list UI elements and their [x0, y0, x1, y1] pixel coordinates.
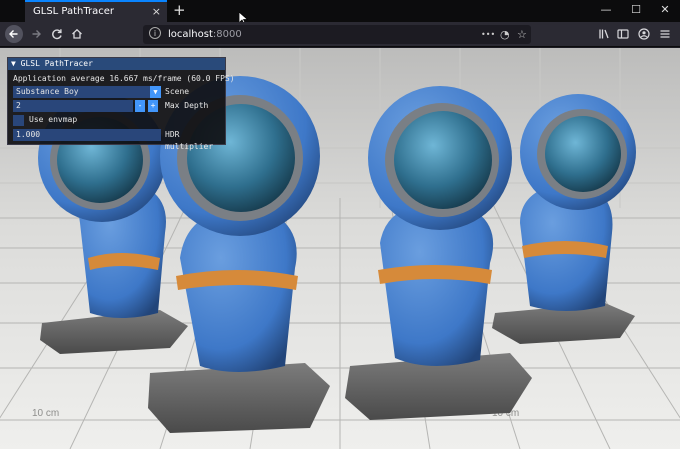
- scene-select-value: Substance Boy: [16, 87, 79, 96]
- library-icon: [599, 29, 609, 39]
- scene-label: Scene: [165, 87, 190, 96]
- reload-button[interactable]: [48, 25, 66, 43]
- back-button[interactable]: [5, 25, 23, 43]
- library-button[interactable]: [595, 25, 613, 43]
- max-depth-decrement-button[interactable]: -: [135, 100, 145, 112]
- max-depth-increment-button[interactable]: +: [148, 100, 158, 112]
- home-button[interactable]: [68, 25, 86, 43]
- minimize-button[interactable]: —: [591, 0, 621, 22]
- collapse-triangle-icon[interactable]: ▼: [11, 59, 21, 68]
- account-icon: [638, 28, 650, 40]
- account-button[interactable]: [635, 25, 653, 43]
- pathtracer-panel[interactable]: ▼ GLSL PathTracer Application average 16…: [7, 57, 235, 151]
- sidebar-icon: [617, 29, 629, 39]
- pocket-icon[interactable]: ◔: [500, 25, 510, 44]
- menu-icon: [660, 30, 670, 38]
- tab-title: GLSL PathTracer: [33, 6, 115, 17]
- panel-title: GLSL PathTracer: [20, 59, 93, 68]
- page-actions-icon[interactable]: •••: [481, 25, 495, 44]
- perf-text: Application average 16.667 ms/frame (60.…: [13, 74, 235, 83]
- max-depth-input[interactable]: 2: [13, 100, 133, 112]
- url-text[interactable]: localhost:8000: [168, 25, 242, 44]
- hdr-multiplier-input[interactable]: 1.000: [13, 129, 161, 141]
- forward-button[interactable]: [27, 25, 45, 43]
- reload-icon: [52, 29, 62, 40]
- site-info-icon[interactable]: i: [149, 27, 161, 39]
- envmap-checkbox[interactable]: [13, 115, 24, 126]
- bookmark-star-icon[interactable]: ☆: [517, 25, 527, 44]
- tab-bar: GLSL PathTracer × + — ☐ ✕: [0, 0, 680, 25]
- home-icon: [72, 28, 82, 39]
- sidebar-button[interactable]: [614, 25, 632, 43]
- app-menu-button[interactable]: [656, 25, 674, 43]
- envmap-label: Use envmap: [29, 115, 78, 124]
- forward-arrow-icon: [32, 30, 41, 38]
- tab-close-icon[interactable]: ×: [152, 2, 161, 22]
- maximize-button[interactable]: ☐: [621, 0, 651, 22]
- floor-label-left: 10 cm: [32, 408, 59, 419]
- panel-title-bar[interactable]: ▼ GLSL PathTracer: [8, 58, 225, 70]
- dropdown-arrow-icon[interactable]: ▼: [150, 86, 161, 98]
- url-bar[interactable]: i localhost:8000 ••• ◔ ☆: [143, 25, 531, 44]
- max-depth-label: Max Depth: [165, 101, 209, 110]
- scene-select[interactable]: Substance Boy ▼: [13, 86, 161, 98]
- tab-active[interactable]: GLSL PathTracer ×: [25, 0, 167, 22]
- back-arrow-icon: [9, 30, 18, 38]
- new-tab-button[interactable]: +: [173, 1, 186, 19]
- navigation-toolbar: i localhost:8000 ••• ◔ ☆: [0, 22, 680, 47]
- close-window-button[interactable]: ✕: [650, 0, 680, 22]
- hdr-multiplier-label: HDR multiplier: [165, 130, 214, 151]
